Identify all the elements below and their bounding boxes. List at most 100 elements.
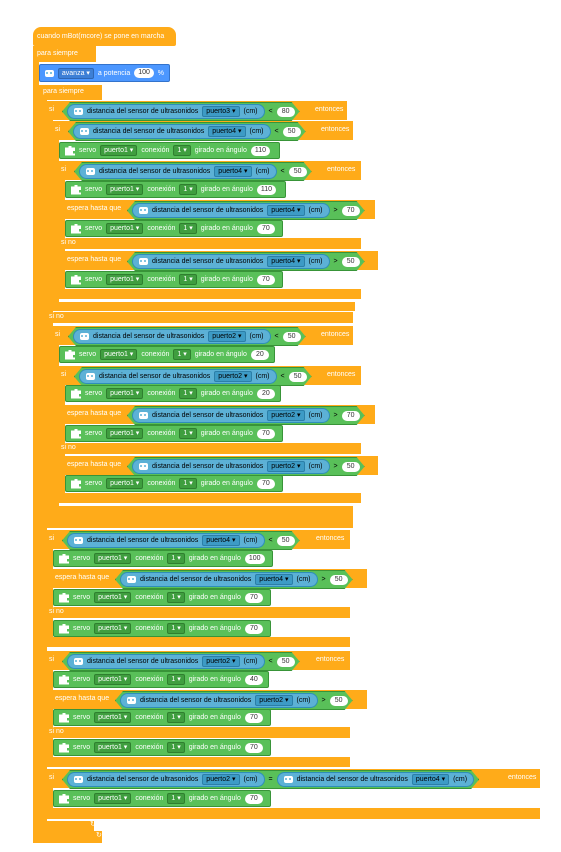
- threshold-value[interactable]: 50: [289, 167, 307, 177]
- wait-condition[interactable]: distancia del sensor de ultrasonidos pue…: [115, 570, 353, 589]
- port-dropdown[interactable]: puerto4 ▾: [214, 166, 251, 177]
- connection-dropdown[interactable]: 1 ▾: [173, 145, 191, 156]
- threshold-value[interactable]: 50: [277, 536, 295, 546]
- servo-block[interactable]: servo puerto1 ▾ conexión 1 ▾ girado en á…: [65, 271, 283, 288]
- port-dropdown[interactable]: puerto4 ▾: [267, 205, 304, 216]
- threshold-value[interactable]: 50: [277, 657, 295, 667]
- servo-block[interactable]: servo puerto1 ▾ conexión 1 ▾ girado en á…: [53, 550, 273, 567]
- threshold-value[interactable]: 80: [277, 107, 295, 117]
- port-dropdown[interactable]: puerto1 ▾: [106, 223, 144, 234]
- angle-value[interactable]: 70: [244, 592, 263, 603]
- if5-sensor-reporter-right[interactable]: distancia del sensor de ultrasonidos pue…: [277, 772, 475, 787]
- port-dropdown[interactable]: puerto2 ▾: [202, 774, 239, 785]
- wait-sensor-reporter[interactable]: distancia del sensor de ultrasonidos pue…: [132, 408, 330, 423]
- wait-sensor-reporter[interactable]: distancia del sensor de ultrasonidos pue…: [120, 572, 318, 587]
- connection-dropdown[interactable]: 1 ▾: [167, 592, 185, 603]
- angle-value[interactable]: 100: [244, 553, 265, 564]
- wait-condition[interactable]: distancia del sensor de ultrasonidos pue…: [115, 691, 353, 710]
- angle-value[interactable]: 70: [256, 478, 275, 489]
- port-dropdown[interactable]: puerto2 ▾: [208, 331, 245, 342]
- port-dropdown[interactable]: puerto2 ▾: [267, 410, 304, 421]
- if2-sensor-reporter[interactable]: distancia del sensor de ultrasonidos pue…: [73, 329, 271, 344]
- port-dropdown[interactable]: puerto4 ▾: [267, 256, 304, 267]
- servo-block[interactable]: servo puerto1 ▾ conexión 1 ▾ girado en á…: [53, 620, 271, 637]
- wait-condition[interactable]: distancia del sensor de ultrasonidos pue…: [127, 201, 365, 220]
- port-dropdown[interactable]: puerto4 ▾: [255, 574, 292, 585]
- if1b-condition[interactable]: distancia del sensor de ultrasonidos pue…: [74, 162, 312, 181]
- speed-value[interactable]: 100: [134, 68, 154, 78]
- servo-block[interactable]: servo puerto1 ▾ conexión 1 ▾ girado en á…: [53, 671, 269, 688]
- if5-sensor-reporter-left[interactable]: distancia del sensor de ultrasonidos pue…: [67, 772, 265, 787]
- servo-block[interactable]: servo puerto1 ▾ conexión 1 ▾ girado en á…: [65, 220, 283, 237]
- wait-condition[interactable]: distancia del sensor de ultrasonidos pue…: [127, 406, 365, 425]
- if1b-sensor-reporter[interactable]: distancia del sensor de ultrasonidos pue…: [79, 164, 277, 179]
- connection-dropdown[interactable]: 1 ▾: [167, 793, 185, 804]
- connection-dropdown[interactable]: 1 ▾: [167, 742, 185, 753]
- connection-dropdown[interactable]: 1 ▾: [179, 388, 197, 399]
- port-dropdown[interactable]: puerto2 ▾: [214, 371, 251, 382]
- port-dropdown[interactable]: puerto1 ▾: [106, 428, 144, 439]
- port-dropdown[interactable]: puerto1 ▾: [94, 553, 132, 564]
- if3-sensor-reporter[interactable]: distancia del sensor de ultrasonidos pue…: [67, 533, 265, 548]
- servo-block[interactable]: servo puerto1 ▾ conexión 1 ▾ girado en á…: [53, 589, 271, 606]
- angle-value[interactable]: 20: [250, 349, 269, 360]
- if1a-condition[interactable]: distancia del sensor de ultrasonidos pue…: [68, 122, 306, 141]
- angle-value[interactable]: 20: [256, 388, 275, 399]
- connection-dropdown[interactable]: 1 ▾: [173, 349, 191, 360]
- threshold-value[interactable]: 50: [342, 257, 360, 267]
- port-dropdown[interactable]: puerto2 ▾: [267, 461, 304, 472]
- port-dropdown[interactable]: puerto1 ▾: [94, 592, 132, 603]
- connection-dropdown[interactable]: 1 ▾: [179, 478, 197, 489]
- angle-value[interactable]: 70: [256, 274, 275, 285]
- if3-condition[interactable]: distancia del sensor de ultrasonidos pue…: [62, 531, 300, 550]
- port-dropdown[interactable]: puerto1 ▾: [94, 742, 132, 753]
- port-dropdown[interactable]: puerto3 ▾: [202, 106, 239, 117]
- if5-condition[interactable]: distancia del sensor de ultrasonidos pue…: [62, 770, 479, 789]
- port-dropdown[interactable]: puerto1 ▾: [100, 145, 138, 156]
- angle-value[interactable]: 70: [244, 742, 263, 753]
- wait-condition[interactable]: distancia del sensor de ultrasonidos pue…: [127, 457, 365, 476]
- angle-value[interactable]: 70: [244, 712, 263, 723]
- port-dropdown[interactable]: puerto1 ▾: [94, 674, 132, 685]
- port-dropdown[interactable]: puerto1 ▾: [106, 478, 144, 489]
- threshold-value[interactable]: 70: [342, 206, 360, 216]
- port-dropdown[interactable]: puerto1 ▾: [94, 712, 132, 723]
- threshold-value[interactable]: 50: [330, 575, 348, 585]
- if4-sensor-reporter[interactable]: distancia del sensor de ultrasonidos pue…: [67, 654, 265, 669]
- port-dropdown[interactable]: puerto4 ▾: [208, 126, 245, 137]
- servo-block[interactable]: servo puerto1 ▾ conexión 1 ▾ girado en á…: [65, 181, 286, 198]
- wait-sensor-reporter[interactable]: distancia del sensor de ultrasonidos pue…: [132, 254, 330, 269]
- angle-value[interactable]: 70: [256, 428, 275, 439]
- servo-block[interactable]: servo puerto1 ▾ conexión 1 ▾ girado en á…: [59, 142, 280, 159]
- connection-dropdown[interactable]: 1 ▾: [179, 184, 197, 195]
- threshold-value[interactable]: 70: [342, 411, 360, 421]
- if1-sensor-reporter[interactable]: distancia del sensor de ultrasonidos pue…: [67, 104, 265, 119]
- connection-dropdown[interactable]: 1 ▾: [167, 674, 185, 685]
- port-dropdown[interactable]: puerto1 ▾: [94, 623, 132, 634]
- servo-block[interactable]: servo puerto1 ▾ conexión 1 ▾ girado en á…: [53, 790, 271, 807]
- threshold-value[interactable]: 50: [283, 127, 301, 137]
- if2-condition[interactable]: distancia del sensor de ultrasonidos pue…: [68, 327, 306, 346]
- angle-value[interactable]: 110: [250, 145, 271, 156]
- angle-value[interactable]: 70: [244, 793, 263, 804]
- angle-value[interactable]: 70: [244, 623, 263, 634]
- connection-dropdown[interactable]: 1 ▾: [179, 428, 197, 439]
- angle-value[interactable]: 70: [256, 223, 275, 234]
- if2a-sensor-reporter[interactable]: distancia del sensor de ultrasonidos pue…: [79, 369, 277, 384]
- servo-block[interactable]: servo puerto1 ▾ conexión 1 ▾ girado en á…: [53, 709, 271, 726]
- if1-condition[interactable]: distancia del sensor de ultrasonidos pue…: [62, 102, 300, 121]
- angle-value[interactable]: 110: [256, 184, 277, 195]
- port-dropdown[interactable]: puerto4 ▾: [202, 535, 239, 546]
- wait-sensor-reporter[interactable]: distancia del sensor de ultrasonidos pue…: [132, 203, 330, 218]
- wait-sensor-reporter[interactable]: distancia del sensor de ultrasonidos pue…: [132, 459, 330, 474]
- if2a-condition[interactable]: distancia del sensor de ultrasonidos pue…: [74, 367, 312, 386]
- connection-dropdown[interactable]: 1 ▾: [167, 553, 185, 564]
- servo-block[interactable]: servo puerto1 ▾ conexión 1 ▾ girado en á…: [65, 385, 281, 402]
- connection-dropdown[interactable]: 1 ▾: [179, 274, 197, 285]
- port-dropdown[interactable]: puerto2 ▾: [202, 656, 239, 667]
- move-forward-block[interactable]: avanza ▾ a potencia 100 %: [39, 64, 170, 82]
- if1a-sensor-reporter[interactable]: distancia del sensor de ultrasonidos pue…: [73, 124, 271, 139]
- port-dropdown[interactable]: puerto1 ▾: [94, 793, 132, 804]
- threshold-value[interactable]: 50: [330, 696, 348, 706]
- port-dropdown[interactable]: puerto1 ▾: [106, 184, 144, 195]
